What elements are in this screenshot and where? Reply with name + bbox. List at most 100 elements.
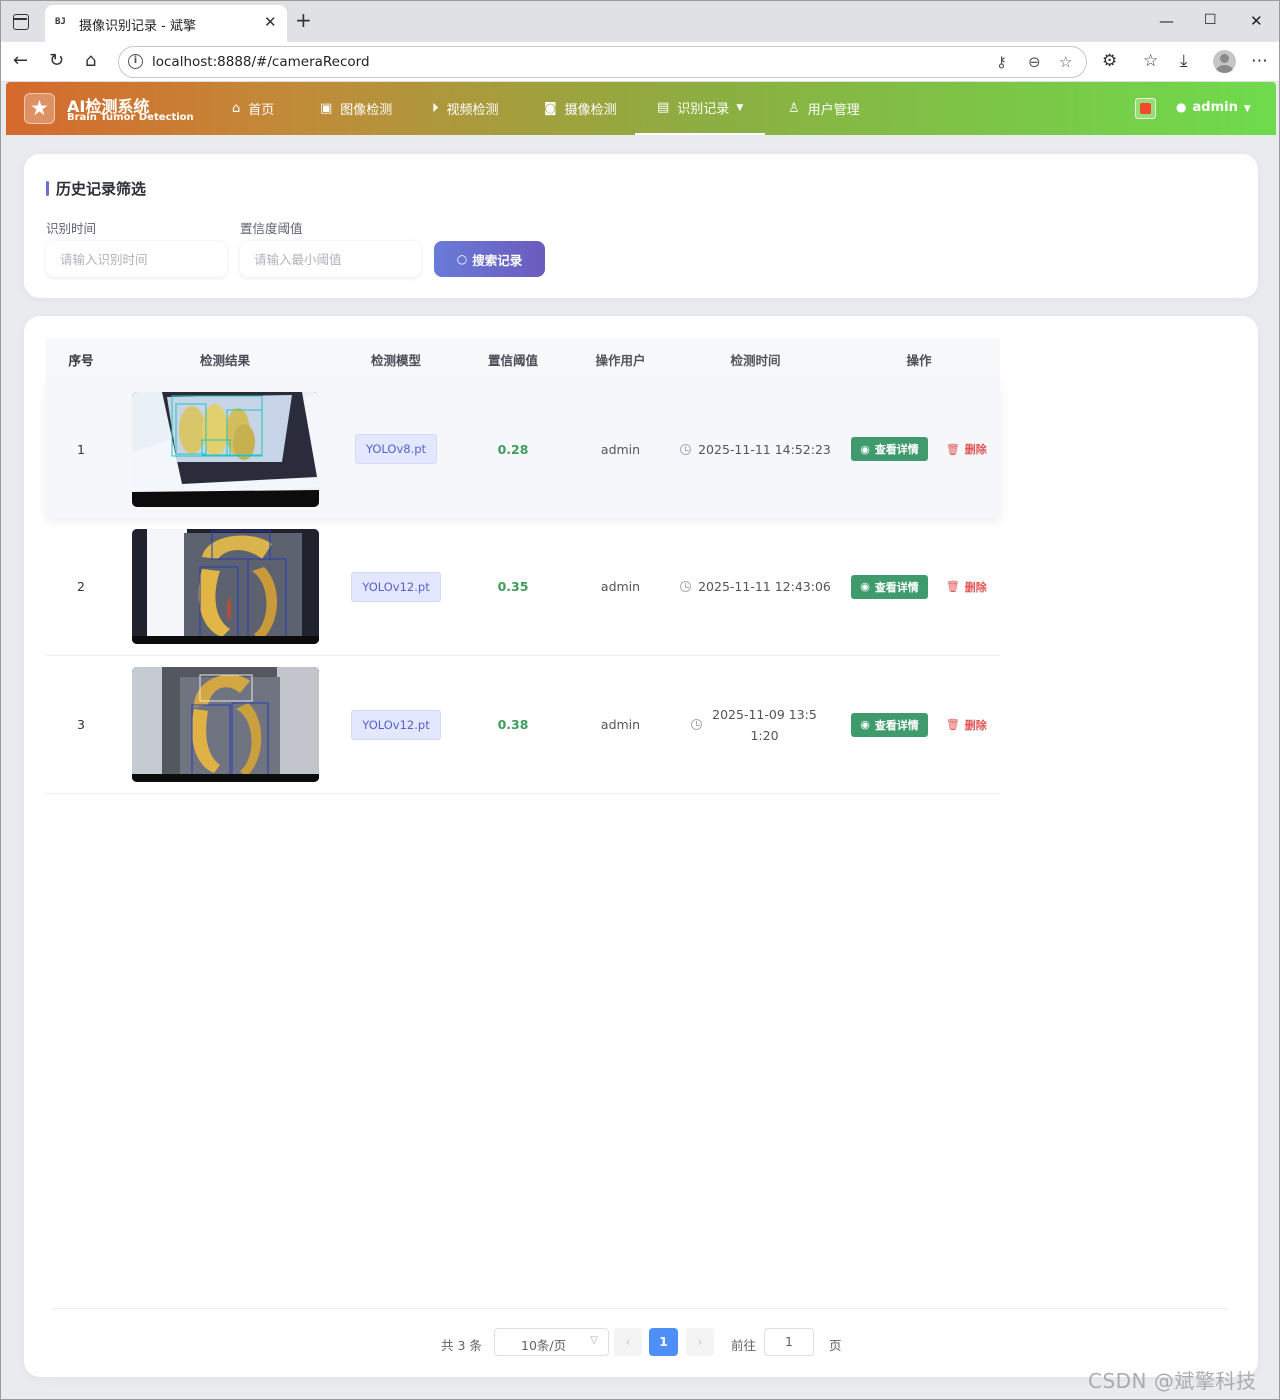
conf-input[interactable] (240, 241, 421, 277)
filter-title: 历史记录筛选 (46, 178, 146, 199)
chevron-right-icon: › (697, 1335, 703, 1349)
address-bar[interactable]: i localhost:8888/#/cameraRecord ⚷ ⊖ ☆ (118, 46, 1087, 78)
header-result: 检测结果 (199, 352, 250, 368)
page-suffix: 页 (829, 1338, 842, 1353)
clock-icon (680, 581, 692, 592)
model-cell: YOLOv12.pt (334, 709, 458, 740)
search-button[interactable]: ○ 搜索记录 (434, 241, 545, 277)
time-cell: 2025-11-11 12:43:06 (673, 576, 838, 597)
model-cell: YOLOv12.pt (334, 571, 458, 602)
more-menu-icon[interactable]: ⋯ (1251, 51, 1268, 71)
favorites-icon[interactable]: ☆ (1143, 51, 1158, 71)
browser-window: BJ 摄像识别记录 - 斌擎 ✕ + — ☐ ✕ ← ↻ ⌂ i localho… (0, 0, 1280, 1400)
prev-page-button[interactable]: ‹ (614, 1328, 642, 1356)
key-icon[interactable]: ⚷ (996, 53, 1007, 71)
conf-value: 0.35 (497, 579, 529, 594)
page-size-select[interactable]: 10条/页 ▽ (494, 1328, 609, 1356)
nav-user-manage[interactable]: ♙ 用户管理 (788, 82, 860, 135)
notification-icon[interactable] (1135, 98, 1156, 119)
model-tag: YOLOv12.pt (351, 571, 441, 602)
user-value: admin (600, 441, 641, 457)
reload-icon[interactable]: ↻ (49, 50, 64, 72)
row-index: 2 (77, 579, 85, 594)
nav-records[interactable]: ▤ 识别记录 ▼ (635, 82, 766, 135)
clock-icon (690, 719, 702, 730)
table-header: 序号 检测结果 检测模型 置信阈值 操作用户 检测时间 操作 (46, 338, 1000, 380)
header-user: 操作用户 (595, 352, 646, 368)
chevron-down-icon: ▼ (736, 102, 744, 113)
nav-home[interactable]: ⌂ 首页 (232, 82, 274, 135)
eye-icon: ◉ (860, 442, 870, 456)
pagination-divider (52, 1308, 1228, 1309)
user-value: admin (600, 579, 641, 594)
nav-video-detect[interactable]: ⏵ 视频检测 (432, 82, 499, 135)
tab-actions-icon[interactable] (13, 14, 29, 30)
delete-button[interactable]: 🗑 删除 (946, 441, 987, 457)
model-tag: YOLOv12.pt (351, 709, 441, 740)
home-browser-icon[interactable]: ⌂ (85, 50, 96, 72)
time-input[interactable] (46, 241, 227, 277)
user-menu[interactable]: ● admin ▼ (1176, 100, 1251, 115)
records-table: 序号 检测结果 检测模型 置信阈值 操作用户 检测时间 操作 1 YOLOv8.… (46, 338, 1000, 794)
time-value: 2025-11-09 13:51:20 (712, 706, 817, 743)
row-index: 1 (77, 441, 85, 457)
page-number-current[interactable]: 1 (649, 1328, 678, 1356)
nav-home-label: 首页 (248, 103, 275, 118)
nav-user-manage-label: 用户管理 (807, 103, 860, 118)
pagination-total: 共 3 条 (441, 1338, 482, 1353)
tab-favicon-icon: BJ (55, 17, 66, 27)
back-icon[interactable]: ← (13, 50, 28, 72)
maximize-icon[interactable]: ☐ (1204, 12, 1217, 28)
trash-icon: 🗑 (945, 718, 960, 731)
delete-label: 删除 (964, 580, 987, 594)
site-info-icon[interactable]: i (128, 54, 143, 69)
conf-value: 0.28 (497, 441, 529, 457)
view-detail-button[interactable]: ◉ 查看详情 (851, 437, 928, 461)
table-row[interactable]: 3 YOLOv12.pt 0.38 admin 2025-11-09 13:51… (46, 656, 1000, 794)
result-thumbnail[interactable] (131, 391, 319, 507)
trash-icon: 🗑 (945, 442, 960, 456)
app-header: ★ AI检测系统 Brain Tumor Detection ⌂ 首页 ▣ 图像… (6, 82, 1276, 135)
chevron-down-icon: ▽ (590, 1335, 598, 1346)
tab-close-icon[interactable]: ✕ (264, 13, 277, 31)
minimize-icon[interactable]: — (1159, 12, 1174, 30)
url-text[interactable]: localhost:8888/#/cameraRecord (152, 54, 370, 70)
zoom-icon[interactable]: ⊖ (1028, 53, 1041, 71)
chevron-down-icon: ▼ (1243, 104, 1251, 114)
nav-records-label: 识别记录 (677, 102, 730, 117)
result-thumbnail[interactable] (131, 667, 319, 782)
home-icon: ⌂ (232, 101, 241, 116)
profile-avatar[interactable] (1213, 50, 1236, 73)
delete-label: 删除 (964, 718, 987, 732)
table-row[interactable]: 2 YOLOv12.pt 0.35 admin 2025-11-11 12:43… (46, 518, 1000, 656)
new-tab-icon[interactable]: + (295, 10, 312, 30)
extensions-icon[interactable]: ⚙ (1102, 51, 1117, 71)
view-detail-label: 查看详情 (874, 718, 919, 732)
time-label: 识别时间 (46, 221, 97, 236)
nav-camera-detect[interactable]: ◙ 摄像检测 (544, 82, 617, 135)
star-icon: ★ (30, 96, 49, 120)
download-icon[interactable]: ⤓ (1180, 51, 1188, 71)
records-card: 序号 检测结果 检测模型 置信阈值 操作用户 检测时间 操作 1 YOLOv8.… (24, 316, 1258, 1377)
table-row[interactable]: 1 YOLOv8.pt 0.28 admin 2025-11-11 14:52:… (46, 380, 1000, 518)
delete-button[interactable]: 🗑 删除 (946, 717, 987, 733)
play-circle-icon: ⏵ (432, 101, 439, 116)
view-detail-button[interactable]: ◉ 查看详情 (851, 574, 928, 599)
goto-page-input[interactable]: 1 (764, 1328, 814, 1356)
nav-image-detect[interactable]: ▣ 图像检测 (320, 82, 392, 135)
delete-button[interactable]: 🗑 删除 (946, 579, 987, 595)
result-image-cell (116, 529, 334, 644)
search-icon: ○ (456, 252, 468, 266)
favorite-star-icon[interactable]: ☆ (1059, 53, 1072, 71)
view-detail-label: 查看详情 (874, 580, 919, 594)
browser-tab[interactable]: BJ 摄像识别记录 - 斌擎 ✕ (45, 5, 287, 42)
tab-strip: BJ 摄像识别记录 - 斌擎 ✕ + — ☐ ✕ (1, 1, 1279, 42)
result-thumbnail[interactable] (131, 529, 319, 644)
window-close-icon[interactable]: ✕ (1250, 12, 1263, 30)
trash-icon: 🗑 (945, 580, 960, 593)
goto-label: 前往 (731, 1338, 757, 1353)
view-detail-button[interactable]: ◉ 查看详情 (851, 712, 928, 737)
next-page-button[interactable]: › (686, 1328, 714, 1356)
header-index: 序号 (68, 352, 94, 368)
browser-toolbar: ← ↻ ⌂ i localhost:8888/#/cameraRecord ⚷ … (1, 42, 1279, 82)
